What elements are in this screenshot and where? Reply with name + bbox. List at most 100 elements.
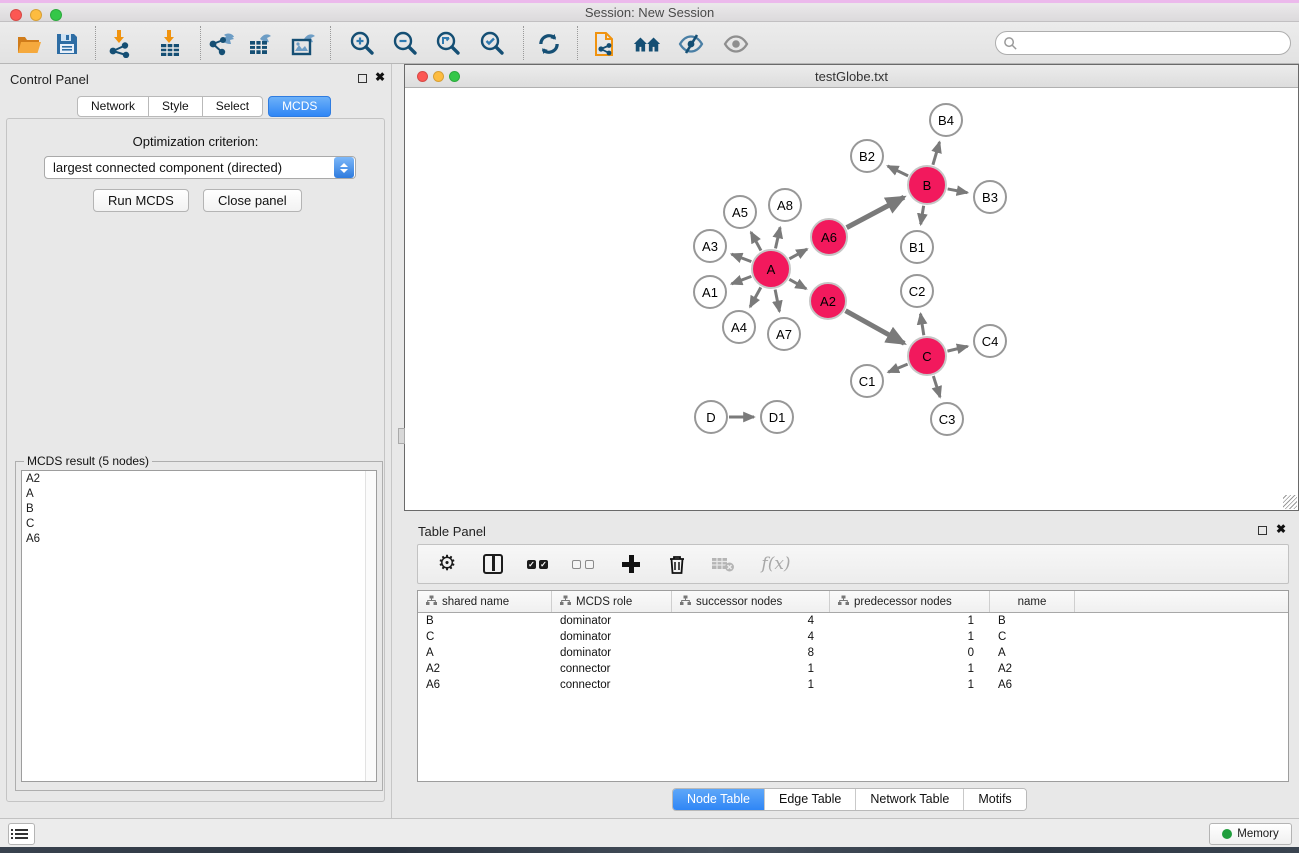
network-canvas[interactable]: AA1A2A3A4A5A6A7A8BB1B2B3B4CC1C2C3C4DD1 bbox=[405, 88, 1298, 510]
open-file-icon[interactable] bbox=[14, 29, 44, 59]
zoom-fit-icon[interactable] bbox=[433, 29, 463, 59]
table-cell[interactable]: 1 bbox=[672, 677, 830, 693]
tab-edge-table[interactable]: Edge Table bbox=[764, 789, 855, 810]
new-network-from-file-icon[interactable] bbox=[590, 29, 620, 59]
export-table-icon[interactable] bbox=[246, 29, 276, 59]
run-mcds-button[interactable]: Run MCDS bbox=[93, 189, 189, 212]
mcds-result-item[interactable]: B bbox=[22, 501, 376, 516]
close-view-icon[interactable] bbox=[417, 71, 428, 82]
zoom-selected-icon[interactable] bbox=[477, 29, 507, 59]
graph-node-A7[interactable]: A7 bbox=[767, 317, 801, 351]
graph-node-B[interactable]: B bbox=[907, 165, 947, 205]
table-cell[interactable]: A2 bbox=[418, 661, 552, 677]
tab-motifs[interactable]: Motifs bbox=[963, 789, 1025, 810]
network-window-controls[interactable] bbox=[417, 71, 465, 85]
table-cell[interactable]: C bbox=[418, 629, 552, 645]
graph-node-C3[interactable]: C3 bbox=[930, 402, 964, 436]
refresh-icon[interactable] bbox=[534, 29, 564, 59]
split-columns-icon[interactable] bbox=[480, 551, 506, 577]
graph-node-C4[interactable]: C4 bbox=[973, 324, 1007, 358]
tab-mcds[interactable]: MCDS bbox=[268, 96, 331, 117]
column-header-name[interactable]: name bbox=[990, 591, 1075, 612]
optimization-criterion-select[interactable]: largest connected component (directed) bbox=[44, 156, 356, 179]
tab-select[interactable]: Select bbox=[203, 96, 263, 117]
add-column-icon[interactable] bbox=[618, 551, 644, 577]
table-cell[interactable]: C bbox=[990, 629, 1075, 645]
table-row[interactable]: Adominator80A bbox=[418, 645, 1288, 661]
graph-node-B4[interactable]: B4 bbox=[929, 103, 963, 137]
graph-node-A8[interactable]: A8 bbox=[768, 188, 802, 222]
float-panel-icon[interactable] bbox=[358, 72, 367, 86]
table-cell[interactable]: connector bbox=[552, 677, 672, 693]
graph-edge-B-B3[interactable] bbox=[948, 189, 968, 193]
table-cell[interactable]: 8 bbox=[672, 645, 830, 661]
export-image-icon[interactable] bbox=[289, 29, 319, 59]
graph-node-B3[interactable]: B3 bbox=[973, 180, 1007, 214]
graph-edge-A-A8[interactable] bbox=[775, 227, 780, 248]
graph-edge-A-A2[interactable] bbox=[789, 279, 806, 288]
table-cell[interactable]: dominator bbox=[552, 629, 672, 645]
graph-node-C2[interactable]: C2 bbox=[900, 274, 934, 308]
table-cell[interactable]: A2 bbox=[990, 661, 1075, 677]
mcds-result-item[interactable]: C bbox=[22, 516, 376, 531]
float-table-panel-icon[interactable] bbox=[1258, 524, 1267, 538]
graph-edge-A-A5[interactable] bbox=[751, 232, 761, 250]
table-cell[interactable]: 1 bbox=[830, 661, 990, 677]
import-table-icon[interactable] bbox=[155, 29, 185, 59]
graph-node-C1[interactable]: C1 bbox=[850, 364, 884, 398]
column-header-predecessor-nodes[interactable]: predecessor nodes bbox=[830, 591, 990, 612]
memory-button[interactable]: Memory bbox=[1209, 823, 1292, 845]
graph-node-A5[interactable]: A5 bbox=[723, 195, 757, 229]
task-history-button[interactable] bbox=[8, 823, 35, 845]
zoom-window-icon[interactable] bbox=[50, 9, 62, 21]
graph-edge-A-A7[interactable] bbox=[775, 290, 779, 312]
close-table-panel-icon[interactable]: ✖ bbox=[1276, 522, 1286, 536]
column-header-shared-name[interactable]: shared name bbox=[418, 591, 552, 612]
graph-node-C[interactable]: C bbox=[907, 336, 947, 376]
table-row[interactable]: A6connector11A6 bbox=[418, 677, 1288, 693]
graph-edge-C-C1[interactable] bbox=[888, 364, 907, 372]
search-field[interactable] bbox=[995, 31, 1291, 55]
graph-node-D1[interactable]: D1 bbox=[760, 400, 794, 434]
table-cell[interactable]: A6 bbox=[990, 677, 1075, 693]
table-cell[interactable]: A bbox=[990, 645, 1075, 661]
zoom-in-icon[interactable] bbox=[347, 29, 377, 59]
delete-column-icon[interactable] bbox=[664, 551, 690, 577]
table-cell[interactable]: 0 bbox=[830, 645, 990, 661]
export-network-icon[interactable] bbox=[207, 29, 237, 59]
graph-node-B1[interactable]: B1 bbox=[900, 230, 934, 264]
table-cell[interactable]: B bbox=[418, 613, 552, 629]
graph-edge-C-C2[interactable] bbox=[920, 314, 923, 336]
mcds-result-item[interactable]: A6 bbox=[22, 531, 376, 546]
column-header-MCDS-role[interactable]: MCDS role bbox=[552, 591, 672, 612]
table-cell[interactable]: 1 bbox=[830, 613, 990, 629]
table-cell[interactable]: dominator bbox=[552, 645, 672, 661]
graph-node-B2[interactable]: B2 bbox=[850, 139, 884, 173]
graph-edge-C-C4[interactable] bbox=[947, 346, 967, 351]
table-cell[interactable]: 1 bbox=[830, 677, 990, 693]
node-table[interactable]: shared nameMCDS rolesuccessor nodesprede… bbox=[417, 590, 1289, 782]
graph-edge-B-B1[interactable] bbox=[921, 206, 924, 225]
node-table-body[interactable]: Bdominator41BCdominator41CAdominator80AA… bbox=[418, 613, 1288, 693]
table-cell[interactable]: dominator bbox=[552, 613, 672, 629]
graph-node-A3[interactable]: A3 bbox=[693, 229, 727, 263]
table-cell[interactable]: 1 bbox=[830, 629, 990, 645]
search-input[interactable] bbox=[1018, 36, 1290, 50]
tab-style[interactable]: Style bbox=[149, 96, 203, 117]
save-session-icon[interactable] bbox=[52, 29, 82, 59]
deselect-checkboxes-icon[interactable] bbox=[572, 551, 598, 577]
function-builder-icon[interactable]: f(x) bbox=[756, 551, 796, 577]
tab-node-table[interactable]: Node Table bbox=[673, 789, 764, 810]
table-cell[interactable]: A bbox=[418, 645, 552, 661]
graph-edge-C-C3[interactable] bbox=[933, 376, 940, 397]
graph-edge-A-A1[interactable] bbox=[732, 276, 752, 283]
graph-node-A4[interactable]: A4 bbox=[722, 310, 756, 344]
resize-grip-icon[interactable] bbox=[1283, 495, 1297, 509]
zoom-out-icon[interactable] bbox=[390, 29, 420, 59]
graph-node-A1[interactable]: A1 bbox=[693, 275, 727, 309]
mcds-result-list[interactable]: A2ABCA6 bbox=[21, 470, 377, 782]
table-row[interactable]: Bdominator41B bbox=[418, 613, 1288, 629]
graph-edge-A-A3[interactable] bbox=[732, 254, 752, 261]
table-row[interactable]: A2connector11A2 bbox=[418, 661, 1288, 677]
graph-node-D[interactable]: D bbox=[694, 400, 728, 434]
